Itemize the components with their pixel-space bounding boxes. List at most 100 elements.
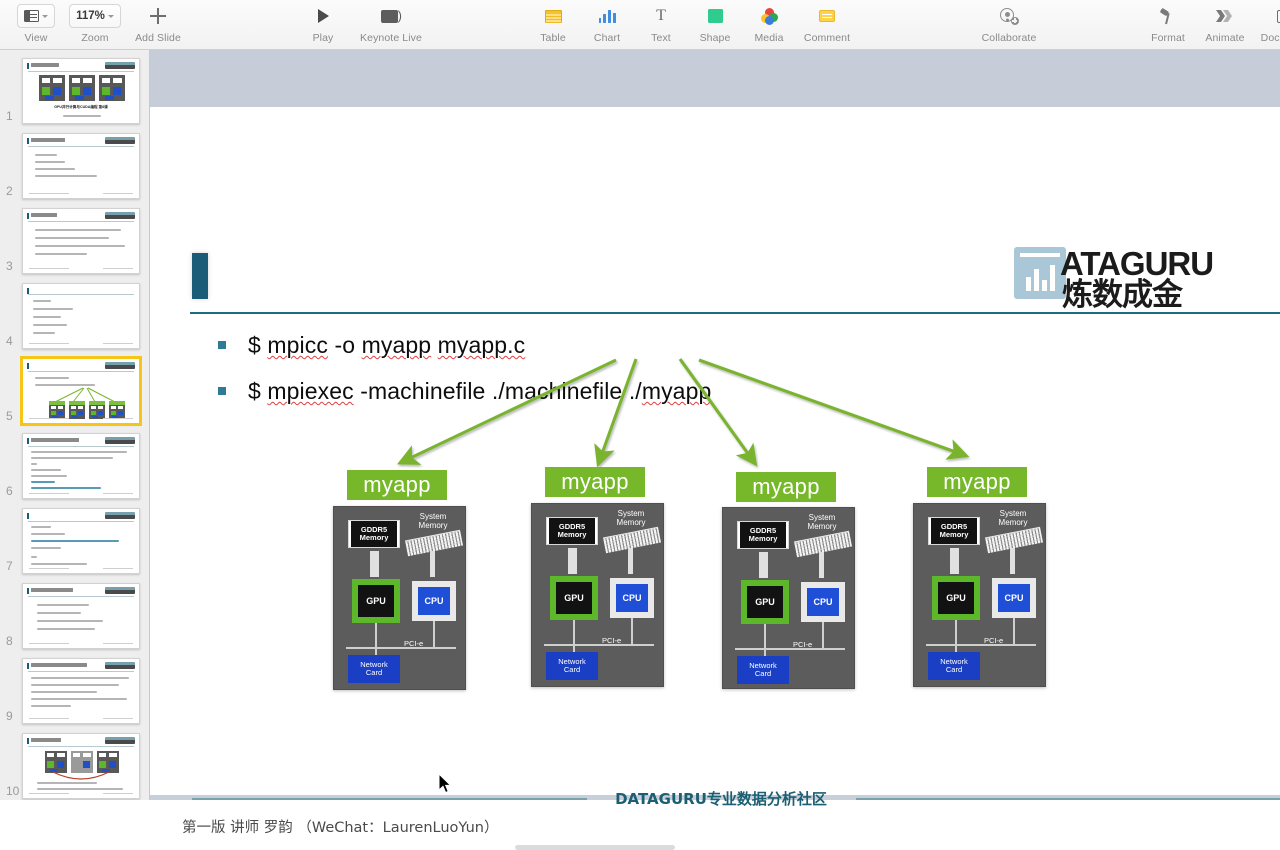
chart-button[interactable]: Chart — [580, 0, 634, 44]
slide-thumbnail-8[interactable] — [22, 583, 140, 649]
add-slide-label: Add Slide — [135, 32, 181, 44]
system-memory-line2: Memory — [419, 521, 448, 530]
list-item[interactable]: 2 — [0, 125, 150, 200]
collaborate-icon — [1000, 8, 1018, 24]
gpu-label: GPU — [358, 585, 394, 617]
view-button[interactable]: View — [8, 0, 64, 44]
shape-button[interactable]: Shape — [688, 0, 742, 44]
document-button[interactable]: Document — [1254, 0, 1280, 44]
toolbar-group-collaborate: Collaborate — [970, 0, 1048, 50]
toolbar-group-play: Play Keynote Live — [298, 0, 434, 50]
gddr5-memory-block: GDDR5 Memory — [928, 517, 980, 545]
myapp-label: myapp — [927, 467, 1027, 497]
pcie-label: PCI-e — [793, 640, 812, 649]
cpu-block: CPU — [610, 578, 654, 618]
system-memory-label: System Memory — [984, 510, 1042, 528]
slide-thumbnail-7[interactable] — [22, 508, 140, 574]
comment-button[interactable]: Comment — [796, 0, 858, 44]
slide-canvas[interactable]: ATAGURU 炼数成金 $ mpicc -o myapp myapp.c $ … — [150, 50, 1280, 800]
slide-navigator[interactable]: GPU并行计算与CUDA编程 第8课 1 2 3 — [0, 50, 150, 800]
bullet-text: $ mpiexec -machinefile ./machinefile ./m… — [248, 378, 711, 405]
media-icon — [761, 8, 778, 25]
list-item[interactable]: 8 — [0, 575, 150, 650]
arrow-to-node-1 — [402, 360, 616, 462]
current-slide[interactable]: ATAGURU 炼数成金 $ mpicc -o myapp myapp.c $ … — [150, 107, 1280, 795]
list-item[interactable]: GPU并行计算与CUDA编程 第8课 1 — [0, 50, 150, 125]
animate-button[interactable]: Animate — [1196, 0, 1254, 44]
shape-icon — [708, 9, 723, 23]
pcie-bus-line — [735, 648, 845, 650]
format-button[interactable]: Format — [1140, 0, 1196, 44]
bullet-item-2[interactable]: $ mpiexec -machinefile ./machinefile ./m… — [218, 378, 711, 405]
format-label: Format — [1151, 32, 1185, 44]
cluster-node-3[interactable]: myapp GDDR5 Memory System Memory — [722, 472, 856, 689]
document-icon — [1277, 10, 1280, 23]
cpu-memory-arrow — [628, 548, 633, 574]
cpu-memory-arrow — [1010, 548, 1015, 574]
slide-thumbnail-3[interactable] — [22, 208, 140, 274]
media-button[interactable]: Media — [742, 0, 796, 44]
horizontal-scrollbar[interactable] — [515, 845, 675, 850]
table-button[interactable]: Table — [526, 0, 580, 44]
slide-thumbnail-6[interactable] — [22, 433, 140, 499]
system-memory-line2: Memory — [617, 518, 646, 527]
network-card-block: Network Card — [348, 655, 400, 683]
play-button[interactable]: Play — [298, 0, 348, 44]
myapp-label: myapp — [347, 470, 447, 500]
myapp-label: myapp — [736, 472, 836, 502]
format-brush-icon — [1158, 7, 1177, 25]
gddr5-line2: Memory — [558, 531, 587, 539]
slide-number: 5 — [6, 409, 13, 423]
myapp-label: myapp — [545, 467, 645, 497]
list-item[interactable]: 7 — [0, 500, 150, 575]
slide-number: 6 — [6, 484, 13, 498]
gpu-memory-arrow — [370, 551, 379, 577]
list-item[interactable]: 6 — [0, 425, 150, 500]
slide-thumbnail-4[interactable] — [22, 283, 140, 349]
list-item[interactable]: 10 — [0, 725, 150, 800]
bullet-item-1[interactable]: $ mpicc -o myapp myapp.c — [218, 332, 525, 359]
fanout-arrows — [150, 107, 1280, 795]
list-item[interactable]: 4 — [0, 275, 150, 350]
nic-line2: Card — [564, 666, 580, 674]
zoom-button[interactable]: 117% Zoom — [64, 0, 126, 44]
bullet-square-icon — [218, 387, 226, 395]
gpu-block: GPU — [352, 579, 400, 623]
slide-number: 3 — [6, 259, 13, 273]
bar-chart-mark-icon — [1014, 247, 1066, 299]
list-item[interactable]: 9 — [0, 650, 150, 725]
network-card-block: Network Card — [546, 652, 598, 680]
text-label: Text — [651, 32, 671, 44]
slide-thumbnail-2[interactable] — [22, 133, 140, 199]
gpu-block: GPU — [741, 580, 789, 624]
nic-line2: Card — [366, 669, 382, 677]
list-item[interactable]: 5 — [0, 350, 150, 425]
pcie-bus-line — [346, 647, 456, 649]
keynote-live-button[interactable]: Keynote Live — [348, 0, 434, 44]
collaborate-button[interactable]: Collaborate — [970, 0, 1048, 44]
cluster-node-4[interactable]: myapp GDDR5 Memory System Memory — [913, 467, 1047, 687]
cpu-label: CPU — [616, 584, 648, 612]
node-diagram: GDDR5 Memory System Memory GPU — [913, 503, 1046, 687]
list-item[interactable]: 3 — [0, 200, 150, 275]
node-diagram: GDDR5 Memory System Memory GPU — [722, 507, 855, 689]
slide-thumbnail-10[interactable] — [22, 733, 140, 799]
slide-thumbnail-9[interactable] — [22, 658, 140, 724]
cluster-node-1[interactable]: myapp GDDR5 Memory System Memory — [333, 470, 467, 690]
text-button[interactable]: T Text — [634, 0, 688, 44]
system-memory-label: System Memory — [793, 514, 851, 532]
media-label: Media — [754, 32, 783, 44]
slide-thumbnail-5[interactable] — [22, 358, 140, 424]
slide-number: 9 — [6, 709, 13, 723]
title-accent-bar — [192, 253, 208, 299]
pcie-label: PCI-e — [404, 639, 423, 648]
gddr5-memory-block: GDDR5 Memory — [737, 521, 789, 549]
slide-thumbnail-1[interactable]: GPU并行计算与CUDA编程 第8课 — [22, 58, 140, 124]
add-slide-button[interactable]: Add Slide — [126, 0, 190, 44]
cpu-memory-arrow — [819, 552, 824, 578]
chart-icon — [599, 9, 616, 23]
keynote-live-label: Keynote Live — [360, 32, 422, 44]
cluster-node-2[interactable]: myapp GDDR5 Memory System Memory — [531, 467, 665, 687]
bullet-square-icon — [218, 341, 226, 349]
system-memory-line1: System — [1000, 509, 1027, 518]
